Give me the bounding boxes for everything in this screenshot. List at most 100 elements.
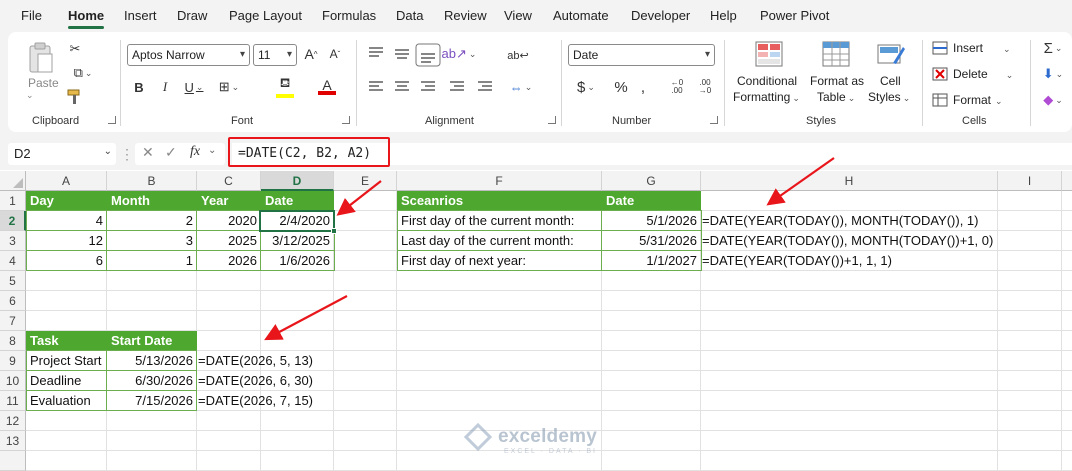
row-header-4[interactable]: 4 xyxy=(0,251,26,271)
cell-styles-label-line1[interactable]: Cell xyxy=(880,74,901,88)
row-header-6[interactable]: 6 xyxy=(0,291,26,311)
orientation-button[interactable]: ab↗ ⌄ xyxy=(442,44,477,64)
cell-b2[interactable]: 2 xyxy=(107,211,197,231)
number-launcher-icon[interactable] xyxy=(710,116,718,124)
cell-a3[interactable]: 12 xyxy=(26,231,107,251)
cell-a4[interactable]: 6 xyxy=(26,251,107,271)
cell-d4[interactable]: 1/6/2026 xyxy=(261,251,334,271)
row-header-5[interactable]: 5 xyxy=(0,271,26,291)
tab-file[interactable]: File xyxy=(21,8,42,23)
conditional-formatting-label-line2[interactable]: Formatting ⌄ xyxy=(733,90,800,104)
paste-chevron-icon[interactable]: ⌄ xyxy=(26,90,34,101)
tab-draw[interactable]: Draw xyxy=(177,8,207,23)
column-header-g[interactable]: G xyxy=(602,171,701,191)
cell-c9[interactable]: =DATE(2026, 5, 13) xyxy=(196,351,336,371)
cell-c11[interactable]: =DATE(2026, 7, 15) xyxy=(196,391,336,411)
cell-h4[interactable]: =DATE(YEAR(TODAY())+1, 1, 1) xyxy=(700,251,998,271)
cell-c4[interactable]: 2026 xyxy=(197,251,261,271)
cell-f2[interactable]: First day of the current month: xyxy=(397,211,602,231)
row-header-1[interactable]: 1 xyxy=(0,191,26,211)
comma-style-icon[interactable]: , xyxy=(636,77,650,97)
row-header-2[interactable]: 2 xyxy=(0,211,26,231)
fill-handle[interactable] xyxy=(331,228,337,234)
cell-d3[interactable]: 3/12/2025 xyxy=(261,231,334,251)
fill-button[interactable]: ⬇ ⌄ xyxy=(1038,66,1068,82)
cell-styles-label-line2[interactable]: Styles ⌄ xyxy=(868,90,910,104)
row-header-10[interactable]: 10 xyxy=(0,371,26,391)
decrease-decimal-icon[interactable]: .00 →0 xyxy=(694,77,716,97)
wrap-text-icon[interactable]: ab↩ xyxy=(507,44,528,66)
cell-b4[interactable]: 1 xyxy=(107,251,197,271)
cell-styles-icon[interactable] xyxy=(876,40,906,68)
cell-h3[interactable]: =DATE(YEAR(TODAY()), MONTH(TODAY())+1, 0… xyxy=(700,231,998,251)
cell-c1[interactable]: Year xyxy=(197,191,261,211)
font-launcher-icon[interactable] xyxy=(342,116,350,124)
cell-f4[interactable]: First day of next year: xyxy=(397,251,602,271)
cell-g3[interactable]: 5/31/2026 xyxy=(602,231,701,251)
paste-button[interactable] xyxy=(26,40,56,76)
row-header-11[interactable]: 11 xyxy=(0,391,26,411)
format-as-table-icon[interactable] xyxy=(821,40,851,68)
percent-icon[interactable]: % xyxy=(611,77,631,97)
alignment-launcher-icon[interactable] xyxy=(548,116,556,124)
cell-b9[interactable]: 5/13/2026 xyxy=(107,351,197,371)
cell-b11[interactable]: 7/15/2026 xyxy=(107,391,197,411)
underline-button[interactable]: U ⌄ xyxy=(180,77,208,97)
cell-a2[interactable]: 4 xyxy=(26,211,107,231)
cell-h2[interactable]: =DATE(YEAR(TODAY()), MONTH(TODAY()), 1) xyxy=(700,211,998,231)
column-header-i[interactable]: I xyxy=(998,171,1062,191)
cell-c3[interactable]: 2025 xyxy=(197,231,261,251)
conditional-formatting-icon[interactable] xyxy=(754,40,784,68)
column-header-h[interactable]: H xyxy=(701,171,998,191)
cell-b10[interactable]: 6/30/2026 xyxy=(107,371,197,391)
format-cells-icon[interactable] xyxy=(932,93,948,107)
format-as-table-label-line1[interactable]: Format as xyxy=(810,74,864,88)
cell-d1[interactable]: Date xyxy=(261,191,334,211)
row-header-3[interactable]: 3 xyxy=(0,231,26,251)
column-header-d[interactable]: D xyxy=(261,171,334,191)
insert-cells-icon[interactable] xyxy=(932,41,948,55)
decrease-font-icon[interactable]: Aˇ xyxy=(325,44,345,64)
enter-icon[interactable]: ✓ xyxy=(165,144,177,161)
clear-button[interactable]: ◆ ⌄ xyxy=(1038,92,1068,108)
conditional-formatting-label-line1[interactable]: Conditional xyxy=(737,74,797,88)
copy-button[interactable]: ⧉ ⌄ xyxy=(66,64,100,82)
autosum-button[interactable]: Σ ⌄ xyxy=(1038,40,1068,57)
cancel-icon[interactable]: ✕ xyxy=(142,144,154,161)
cell-a10[interactable]: Deadline xyxy=(26,371,107,391)
number-format-select[interactable]: Date ▾ xyxy=(568,44,715,66)
cell-f1[interactable]: Sceanrios xyxy=(397,191,602,211)
cell-g1[interactable]: Date xyxy=(602,191,701,211)
column-header-j[interactable] xyxy=(1062,171,1072,191)
row-header-13[interactable]: 13 xyxy=(0,431,26,451)
select-all-button[interactable] xyxy=(0,171,26,191)
delete-cells-icon[interactable] xyxy=(932,67,948,81)
row-header-7[interactable]: 7 xyxy=(0,311,26,331)
name-box[interactable]: D2 ⌄ xyxy=(8,143,116,165)
cell-b3[interactable]: 3 xyxy=(107,231,197,251)
cut-icon[interactable]: ✂ xyxy=(66,40,84,58)
tab-insert[interactable]: Insert xyxy=(124,8,157,23)
cell-b1[interactable]: Month xyxy=(107,191,197,211)
column-header-f[interactable]: F xyxy=(397,171,602,191)
font-name-select[interactable]: Aptos Narrow ▾ xyxy=(127,44,250,66)
delete-cells-button[interactable]: Delete ⌄ xyxy=(953,67,1013,81)
cell-a8[interactable]: Task xyxy=(26,331,107,351)
row-header-9[interactable]: 9 xyxy=(0,351,26,371)
font-color-button[interactable]: A xyxy=(310,74,344,98)
bold-icon[interactable]: B xyxy=(130,77,148,97)
cell-a1[interactable]: Day xyxy=(26,191,107,211)
increase-decimal-icon[interactable]: ←0.00 xyxy=(666,77,688,97)
increase-font-icon[interactable]: A ^ xyxy=(301,44,321,64)
cell-a9[interactable]: Project Start xyxy=(26,351,107,371)
tab-formulas[interactable]: Formulas xyxy=(322,8,376,23)
cell-c10[interactable]: =DATE(2026, 6, 30) xyxy=(196,371,336,391)
tab-data[interactable]: Data xyxy=(396,8,423,23)
cell-g4[interactable]: 1/1/2027 xyxy=(602,251,701,271)
column-header-e[interactable]: E xyxy=(334,171,397,191)
chevron-down-icon[interactable]: ⌄ xyxy=(208,145,216,156)
borders-button[interactable]: ⊞ ⌄ xyxy=(214,77,244,97)
cell-g2[interactable]: 5/1/2026 xyxy=(602,211,701,231)
tab-developer[interactable]: Developer xyxy=(631,8,690,23)
tab-view[interactable]: View xyxy=(504,8,532,23)
